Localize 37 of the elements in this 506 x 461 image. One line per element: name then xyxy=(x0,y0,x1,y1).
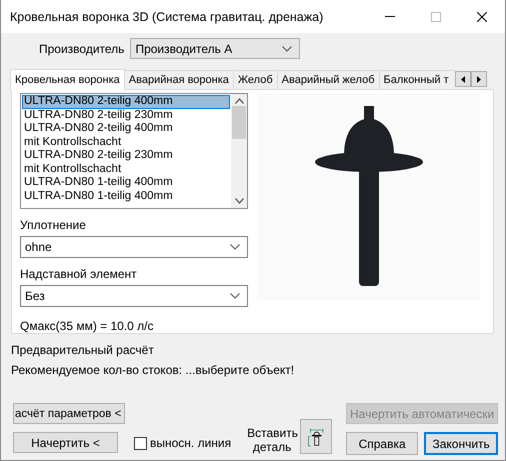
scrollbar-thumb[interactable] xyxy=(232,106,246,139)
insert-detail-button[interactable] xyxy=(300,419,332,454)
dropdown[interactable]: Производитель А xyxy=(130,38,300,59)
chevron-down-icon xyxy=(230,244,240,250)
dropdown[interactable]: ohne xyxy=(20,236,248,258)
finish-button[interactable]: Закончить xyxy=(424,432,498,455)
chevron-up-icon[interactable] xyxy=(234,98,244,104)
chevron-down-icon xyxy=(230,293,240,299)
extension-label: Надставной элемент xyxy=(20,266,138,281)
list-item[interactable]: ULTRA-DN80 1-teilig 400mm xyxy=(22,190,230,203)
triangle-left-icon xyxy=(460,76,464,82)
list-item[interactable]: ULTRA-DN80 2-teilig 230mm mit Kontrollschacht xyxy=(22,149,230,176)
calculate-parameters-button[interactable]: асчёт параметров < xyxy=(13,403,125,424)
tab-scroll-left-button[interactable] xyxy=(454,71,470,87)
scrollbar[interactable] xyxy=(231,94,247,208)
tab-scroll-right-button[interactable] xyxy=(470,71,486,87)
recommendation-text: Рекомендуемое кол-во стоков: ...выберите объект! xyxy=(11,363,296,377)
help-button[interactable]: Справка xyxy=(346,432,418,455)
close-icon[interactable] xyxy=(477,12,487,22)
chevron-down-icon[interactable] xyxy=(234,198,244,204)
flow-rate-text: Qмакс(35 мм) = 10.0 л/с xyxy=(20,319,155,334)
checkbox-label[interactable]: выносн. линия xyxy=(150,436,232,450)
tab[interactable]: Кровельная воронка xyxy=(10,69,125,90)
checkbox[interactable] xyxy=(134,436,147,450)
draw-button[interactable]: Начертить < xyxy=(13,432,118,453)
insert-detail-label: Вставить деталь xyxy=(247,426,298,454)
seal-label: Уплотнение xyxy=(20,218,87,232)
chevron-down-icon xyxy=(282,46,292,52)
dropdown[interactable]: Без xyxy=(20,284,248,308)
window-title: Кровельная воронка 3D (Система гравитац. дренажа) xyxy=(9,10,324,24)
triangle-right-icon xyxy=(476,76,480,82)
list-item[interactable]: ULTRA-DN80 2-teilig 400mm xyxy=(22,95,230,108)
section-title: Предварительный расчёт xyxy=(11,343,155,357)
manufacturer-label: Производитель xyxy=(39,42,124,56)
list-item[interactable]: ULTRA-DN80 2-teilig 230mm xyxy=(22,108,230,122)
list-item[interactable]: ULTRA-DN80 2-teilig 400mm mit Kontrollschacht xyxy=(22,122,230,149)
list-item[interactable]: ULTRA-DN80 1-teilig 400mm xyxy=(22,176,230,190)
